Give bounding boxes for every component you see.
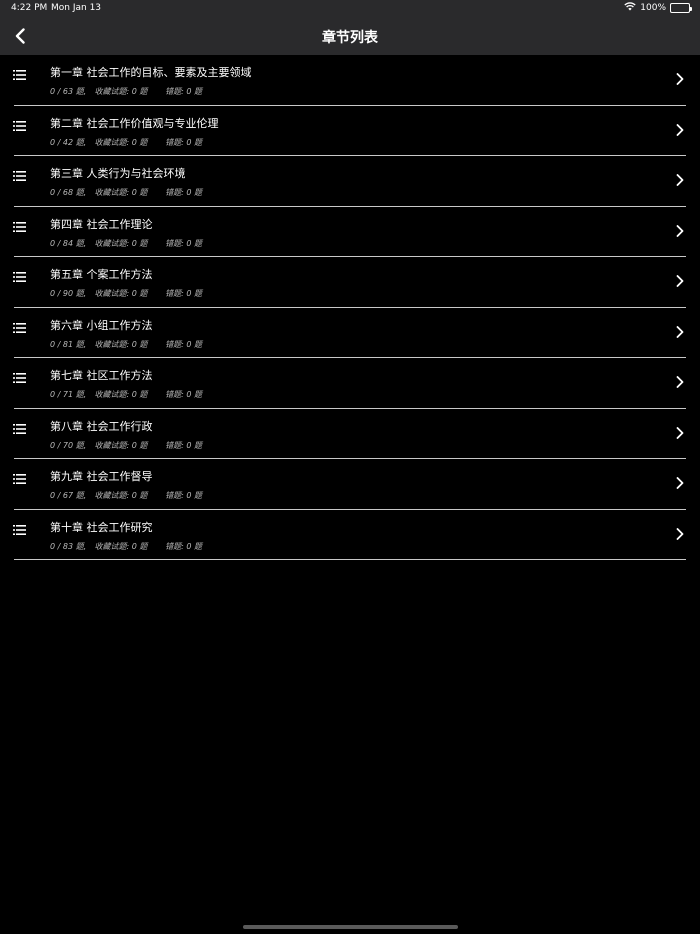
chevron-right-icon	[676, 426, 684, 439]
list-icon	[13, 171, 26, 181]
chapter-progress: 0 / 63 题,	[50, 87, 87, 96]
chapter-title: 第十章 社会工作研究	[50, 520, 153, 534]
chapter-list-item[interactable]: 第一章 社会工作的目标、要素及主要领域 0 / 63 题, 收藏试题: 0 题 …	[0, 55, 700, 106]
chapter-progress: 0 / 70 题,	[50, 440, 87, 450]
chapter-list-item[interactable]: 第九章 社会工作督导 0 / 67 题, 收藏试题: 0 题 错题: 0 题	[0, 459, 700, 510]
chapter-list-item[interactable]: 第七章 社区工作方法 0 / 71 题, 收藏试题: 0 题 错题: 0 题	[0, 358, 700, 409]
navigation-bar: 章节列表	[0, 17, 700, 55]
chevron-right-icon	[676, 527, 684, 540]
chevron-right-icon	[676, 174, 684, 186]
list-icon	[13, 524, 26, 535]
chapter-wrong-count: 错题: 0 题	[165, 491, 202, 500]
chapter-list: 第一章 社会工作的目标、要素及主要领域 0 / 63 题, 收藏试题: 0 题 …	[0, 55, 700, 560]
chapter-wrong-count: 错题: 0 题	[165, 339, 202, 349]
chapter-list-item[interactable]: 第八章 社会工作行政 0 / 70 题, 收藏试题: 0 题 错题: 0 题	[0, 409, 700, 460]
chapter-progress: 0 / 42 题,	[50, 137, 87, 147]
page-title: 章节列表	[322, 30, 378, 46]
chapter-stats: 0 / 83 题, 收藏试题: 0 题 错题: 0 题	[50, 541, 202, 552]
chapter-list-item[interactable]: 第十章 社会工作研究 0 / 83 题, 收藏试题: 0 题 错题: 0 题	[0, 510, 700, 561]
list-icon	[13, 272, 26, 282]
chapter-favorites: 收藏试题: 0 题	[94, 491, 148, 500]
chapter-wrong-count: 错题: 0 题	[165, 188, 202, 197]
chapter-list-item[interactable]: 第四章 社会工作理论 0 / 84 题, 收藏试题: 0 题 错题: 0 题	[0, 207, 700, 258]
list-icon	[13, 322, 26, 333]
chapter-favorites: 收藏试题: 0 题	[94, 87, 148, 96]
list-icon	[13, 423, 26, 434]
chapter-favorites: 收藏试题: 0 题	[94, 440, 148, 450]
chapter-progress: 0 / 71 题,	[50, 390, 87, 399]
chapter-title: 第五章 个案工作方法	[50, 268, 153, 281]
chapter-wrong-count: 错题: 0 题	[165, 87, 202, 96]
chapter-wrong-count: 错题: 0 题	[165, 390, 202, 399]
battery-percentage: 100%	[640, 3, 666, 13]
chapter-progress: 0 / 67 题,	[50, 491, 87, 500]
chapter-progress: 0 / 90 题,	[50, 289, 87, 298]
chapter-favorites: 收藏试题: 0 题	[94, 339, 148, 349]
chapter-title: 第六章 小组工作方法	[50, 318, 153, 332]
chapter-title: 第七章 社区工作方法	[50, 369, 153, 382]
chapter-title: 第二章 社会工作价值观与专业伦理	[50, 116, 219, 130]
chapter-wrong-count: 错题: 0 题	[165, 289, 202, 298]
chapter-title: 第四章 社会工作理论	[50, 217, 153, 231]
chapter-list-item[interactable]: 第六章 小组工作方法 0 / 81 题, 收藏试题: 0 题 错题: 0 题	[0, 308, 700, 359]
status-time: 4:22 PM	[11, 3, 48, 13]
chevron-right-icon	[676, 123, 684, 136]
chapter-stats: 0 / 71 题, 收藏试题: 0 题 错题: 0 题	[50, 389, 202, 400]
list-icon	[13, 221, 26, 232]
chapter-progress: 0 / 68 题,	[50, 188, 87, 197]
chevron-right-icon	[676, 275, 684, 287]
chapter-title: 第一章 社会工作的目标、要素及主要领域	[50, 66, 252, 79]
chapter-favorites: 收藏试题: 0 题	[94, 541, 148, 551]
chapter-favorites: 收藏试题: 0 题	[94, 188, 148, 197]
chevron-right-icon	[676, 477, 684, 489]
chapter-stats: 0 / 70 题, 收藏试题: 0 题 错题: 0 题	[50, 440, 202, 451]
chapter-progress: 0 / 81 题,	[50, 339, 87, 349]
chevron-right-icon	[676, 325, 684, 338]
chevron-right-icon	[676, 224, 684, 237]
chapter-stats: 0 / 63 题, 收藏试题: 0 题 错题: 0 题	[50, 86, 202, 97]
chapter-progress: 0 / 83 题,	[50, 541, 87, 551]
battery-icon	[670, 3, 692, 13]
chapter-list-screen: 4:22 PM Mon Jan 13 100% 章节列表 第一章 社会工作的目标…	[0, 0, 700, 934]
chapter-favorites: 收藏试题: 0 题	[94, 238, 148, 248]
chevron-right-icon	[676, 73, 684, 85]
chapter-progress: 0 / 84 题,	[50, 238, 87, 248]
status-date: Mon Jan 13	[51, 3, 102, 13]
chapter-stats: 0 / 67 题, 收藏试题: 0 题 错题: 0 题	[50, 490, 202, 501]
chapter-list-item[interactable]: 第二章 社会工作价值观与专业伦理 0 / 42 题, 收藏试题: 0 题 错题:…	[0, 106, 700, 157]
status-bar: 4:22 PM Mon Jan 13 100%	[0, 0, 700, 17]
chapter-list-item[interactable]: 第三章 人类行为与社会环境 0 / 68 题, 收藏试题: 0 题 错题: 0 …	[0, 156, 700, 207]
chapter-title: 第八章 社会工作行政	[50, 419, 153, 433]
home-indicator	[243, 925, 458, 929]
chapter-wrong-count: 错题: 0 题	[165, 440, 202, 450]
chapter-favorites: 收藏试题: 0 题	[94, 137, 148, 147]
chapter-stats: 0 / 68 题, 收藏试题: 0 题 错题: 0 题	[50, 187, 202, 198]
chapter-wrong-count: 错题: 0 题	[165, 137, 202, 147]
chapter-stats: 0 / 42 题, 收藏试题: 0 题 错题: 0 题	[50, 137, 202, 148]
chapter-title: 第三章 人类行为与社会环境	[50, 167, 186, 180]
status-indicators: 100%	[624, 2, 692, 14]
chapter-list-item[interactable]: 第五章 个案工作方法 0 / 90 题, 收藏试题: 0 题 错题: 0 题	[0, 257, 700, 308]
chevron-right-icon	[676, 376, 684, 388]
chapter-title: 第九章 社会工作督导	[50, 470, 153, 483]
list-icon	[13, 373, 26, 383]
chapter-stats: 0 / 81 题, 收藏试题: 0 题 错题: 0 题	[50, 339, 202, 350]
chapter-wrong-count: 错题: 0 题	[165, 238, 202, 248]
list-icon	[13, 70, 26, 80]
chapter-stats: 0 / 84 题, 收藏试题: 0 题 错题: 0 题	[50, 238, 202, 249]
chapter-favorites: 收藏试题: 0 题	[94, 390, 148, 399]
list-icon	[13, 474, 26, 484]
chapter-stats: 0 / 90 题, 收藏试题: 0 题 错题: 0 题	[50, 288, 202, 299]
chapter-favorites: 收藏试题: 0 题	[94, 289, 148, 298]
list-icon	[13, 120, 26, 131]
chapter-wrong-count: 错题: 0 题	[165, 541, 202, 551]
wifi-icon	[624, 2, 636, 14]
